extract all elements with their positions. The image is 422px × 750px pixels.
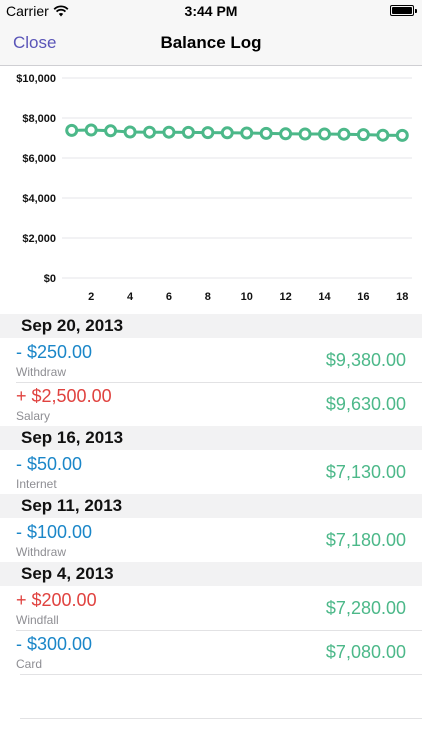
x-tick-label: 10 — [241, 291, 253, 303]
x-tick-label: 6 — [166, 291, 172, 303]
data-point — [143, 125, 156, 139]
running-balance: $7,080.00 — [325, 642, 406, 662]
data-point — [356, 128, 370, 142]
balance-chart: $10,000 $8,000 $6,000 $4,000 $2,000 $0 2 4 6 8 10 1… — [0, 66, 422, 314]
empty-row-divider — [20, 718, 422, 750]
data-point — [201, 126, 215, 140]
transaction-row[interactable]: - $250.00 Withdraw $9,380.00 — [0, 338, 422, 382]
x-tick-label: 2 — [88, 291, 94, 303]
section-header-date: Sep 4, 2013 — [0, 562, 422, 586]
data-point — [65, 123, 79, 137]
data-point — [104, 124, 118, 138]
transaction-amount: + $2,500.00 — [16, 386, 112, 406]
balance-chart-svg: $10,000 $8,000 $6,000 $4,000 $2,000 $0 2 4 6 8 10 1… — [16, 73, 412, 303]
data-point — [259, 126, 273, 140]
transaction-row[interactable]: - $300.00 Card $7,080.00 — [0, 630, 422, 674]
data-point — [162, 125, 176, 139]
running-balance: $7,130.00 — [325, 462, 406, 482]
status-bar: Carrier 3:44 PM — [0, 0, 422, 22]
y-tick-label: $8,000 — [22, 113, 56, 125]
data-point — [240, 126, 254, 140]
transaction-amount: - $250.00 — [16, 342, 93, 362]
transaction-category: Windfall — [16, 613, 59, 627]
transaction-category: Withdraw — [16, 545, 67, 559]
data-point — [220, 126, 234, 140]
running-balance: $7,280.00 — [325, 598, 406, 618]
empty-row-divider — [20, 674, 422, 718]
y-tick-label: $2,000 — [22, 233, 56, 245]
battery-icon — [390, 5, 417, 16]
section-header-date: Sep 16, 2013 — [0, 426, 422, 450]
running-balance: $7,180.00 — [325, 530, 406, 550]
transaction-list[interactable]: Sep 20, 2013 - $250.00 Withdraw $9,380.00 + … — [0, 314, 422, 750]
section-header-date: Sep 20, 2013 — [0, 314, 422, 338]
transaction-category: Withdraw — [16, 365, 67, 379]
running-balance: $9,630.00 — [325, 394, 406, 414]
y-tick-label: $10,000 — [16, 73, 56, 85]
transaction-row[interactable]: + $200.00 Windfall $7,280.00 — [0, 586, 422, 630]
transaction-category: Internet — [16, 477, 57, 491]
x-tick-label: 16 — [357, 291, 369, 303]
data-point — [337, 127, 351, 141]
data-point — [298, 127, 312, 141]
data-point — [123, 125, 137, 139]
x-tick-label: 12 — [279, 291, 291, 303]
data-point — [318, 127, 331, 141]
data-point — [395, 128, 409, 142]
series-line — [71, 128, 403, 137]
navigation-bar: Close Balance Log — [0, 22, 422, 66]
transaction-amount: - $300.00 — [16, 634, 93, 654]
x-tick-label: 8 — [205, 291, 211, 303]
y-tick-label: $0 — [44, 273, 56, 285]
y-tick-label: $4,000 — [22, 193, 56, 205]
section-header-date: Sep 11, 2013 — [0, 494, 422, 518]
transaction-amount: + $200.00 — [16, 590, 97, 610]
x-tick-label: 4 — [127, 291, 134, 303]
transaction-row[interactable]: - $50.00 Internet $7,130.00 — [0, 450, 422, 494]
transaction-row[interactable]: + $2,500.00 Salary $9,630.00 — [0, 382, 422, 426]
transaction-amount: - $100.00 — [16, 522, 93, 542]
status-time: 3:44 PM — [184, 3, 238, 19]
data-point — [376, 128, 390, 142]
transaction-amount: - $50.00 — [16, 454, 83, 474]
x-tick-label: 14 — [318, 291, 331, 303]
y-tick-label: $6,000 — [22, 153, 56, 165]
data-point — [84, 123, 98, 137]
running-balance: $9,380.00 — [325, 350, 406, 370]
transaction-category: Card — [16, 657, 43, 671]
transaction-category: Salary — [16, 409, 51, 423]
data-point — [181, 125, 195, 139]
transaction-row[interactable]: - $100.00 Withdraw $7,180.00 — [0, 518, 422, 562]
page-title: Balance Log — [160, 33, 262, 52]
x-tick-label: 18 — [396, 291, 408, 303]
data-point — [279, 127, 293, 141]
